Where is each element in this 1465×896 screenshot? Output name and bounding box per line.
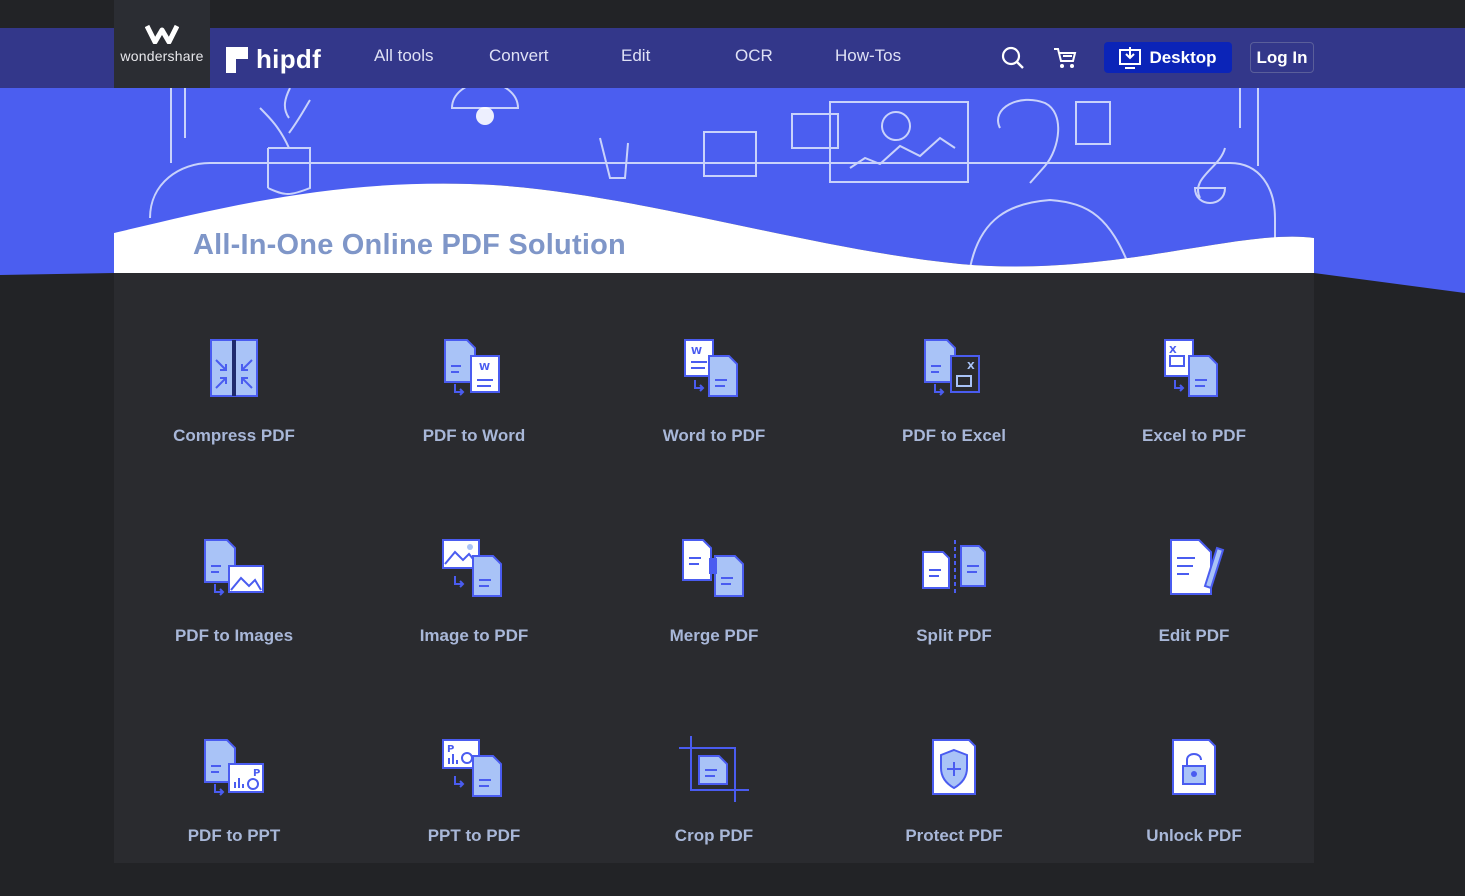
nav-ocr[interactable]: OCR: [735, 46, 773, 66]
svg-text:X: X: [967, 361, 975, 372]
tool-pdf-to-excel[interactable]: X PDF to Excel: [834, 336, 1074, 496]
top-strip: [0, 0, 1465, 28]
hero-title: All-In-One Online PDF Solution: [193, 229, 626, 261]
nav-all-tools[interactable]: All tools: [374, 46, 434, 66]
crop-icon: [679, 736, 749, 802]
nav-edit[interactable]: Edit: [621, 46, 650, 66]
download-icon: [1119, 46, 1142, 69]
tool-merge-pdf[interactable]: Merge PDF: [594, 536, 834, 696]
cart-icon[interactable]: [1053, 46, 1077, 75]
hero-banner: [0, 88, 1465, 298]
ppt-to-pdf-icon: P: [442, 739, 502, 797]
pdf-to-excel-icon: X: [924, 339, 980, 396]
svg-text:X: X: [1169, 345, 1177, 356]
tool-label: Word to PDF: [662, 426, 766, 445]
tool-ppt-to-pdf[interactable]: P PPT to PDF: [354, 736, 594, 896]
tool-label: PDF to Word: [422, 426, 526, 445]
tool-word-to-pdf[interactable]: W Word to PDF: [594, 336, 834, 496]
tool-unlock-pdf[interactable]: Unlock PDF: [1074, 736, 1314, 896]
word-to-pdf-icon: W: [684, 339, 738, 397]
tools-panel: Compress PDF W PDF to Word W Word to PDF: [114, 273, 1314, 863]
nav-convert[interactable]: Convert: [489, 46, 549, 66]
unlock-icon: [1172, 739, 1216, 795]
desktop-label: Desktop: [1149, 47, 1217, 67]
tool-pdf-to-ppt[interactable]: P PDF to PPT: [114, 736, 354, 896]
hero-illustration: [0, 88, 1465, 293]
tool-label: Excel to PDF: [1142, 426, 1246, 445]
desktop-button[interactable]: Desktop: [1104, 42, 1232, 73]
search-icon[interactable]: [1001, 46, 1025, 75]
tool-protect-pdf[interactable]: Protect PDF: [834, 736, 1074, 896]
hipdf-logo-icon: [226, 46, 248, 73]
wondershare-logo-icon: [145, 24, 179, 44]
tool-label: PDF to Images: [174, 626, 294, 645]
tool-image-to-pdf[interactable]: Image to PDF: [354, 536, 594, 696]
tool-label: Protect PDF: [905, 826, 1003, 845]
svg-text:W: W: [691, 346, 702, 357]
tool-edit-pdf[interactable]: Edit PDF: [1074, 536, 1314, 696]
tool-label: Merge PDF: [669, 626, 759, 645]
tool-pdf-to-images[interactable]: PDF to Images: [114, 536, 354, 696]
tool-split-pdf[interactable]: Split PDF: [834, 536, 1074, 696]
tool-label: Split PDF: [916, 626, 992, 645]
tool-label: PDF to Excel: [902, 426, 1006, 445]
merge-icon: [682, 539, 744, 597]
tool-excel-to-pdf[interactable]: X Excel to PDF: [1074, 336, 1314, 496]
svg-text:W: W: [479, 362, 490, 373]
split-icon: [922, 540, 986, 596]
navbar: [0, 28, 1465, 88]
compress-icon: [210, 339, 258, 397]
tool-label: Crop PDF: [674, 826, 754, 845]
tool-crop-pdf[interactable]: Crop PDF: [594, 736, 834, 896]
svg-text:P: P: [447, 744, 454, 755]
pdf-to-images-icon: [204, 539, 264, 596]
tool-label: Image to PDF: [419, 626, 529, 645]
brand-name: wondershare: [120, 48, 204, 64]
tool-label: Compress PDF: [173, 426, 295, 445]
nav-how-tos[interactable]: How-Tos: [835, 46, 901, 66]
svg-text:P: P: [253, 768, 260, 779]
tool-label: Edit PDF: [1158, 626, 1230, 645]
pdf-to-word-icon: W: [444, 339, 500, 396]
logo-text: hipdf: [256, 44, 322, 74]
tool-label: PDF to PPT: [187, 826, 281, 845]
image-to-pdf-icon: [442, 539, 502, 597]
tool-label: Unlock PDF: [1146, 826, 1242, 845]
tool-pdf-to-word[interactable]: W PDF to Word: [354, 336, 594, 496]
login-button[interactable]: Log In: [1250, 42, 1314, 73]
hipdf-logo[interactable]: hipdf: [226, 44, 321, 75]
tool-compress-pdf[interactable]: Compress PDF: [114, 336, 354, 496]
pdf-to-ppt-icon: P: [204, 739, 264, 796]
tool-label: PPT to PDF: [427, 826, 521, 845]
edit-icon: [1170, 539, 1225, 595]
excel-to-pdf-icon: X: [1164, 339, 1218, 397]
wondershare-brand[interactable]: wondershare: [114, 0, 210, 88]
protect-icon: [932, 739, 976, 795]
